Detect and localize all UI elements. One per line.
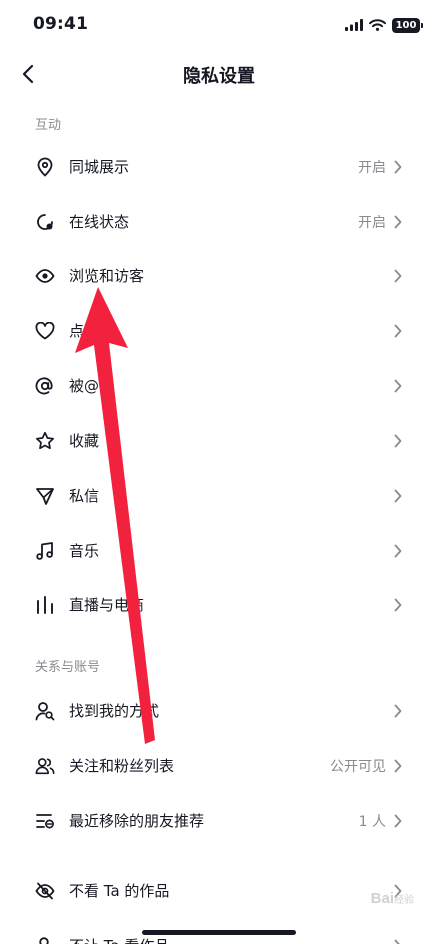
home-indicator — [142, 930, 296, 935]
setting-row-favorites[interactable]: 收藏 — [0, 414, 438, 468]
row-value: 1 人 — [358, 814, 386, 830]
chevron-right-icon — [394, 758, 404, 774]
row-value: 开启 — [358, 160, 386, 176]
bar-chart-icon — [35, 595, 55, 615]
setting-row-browse-visitors[interactable]: 浏览和访客 — [0, 249, 438, 303]
row-value: 开启 — [358, 215, 386, 231]
chevron-right-icon — [394, 703, 404, 719]
row-label: 同城展示 — [69, 158, 130, 176]
row-label: 收藏 — [69, 432, 100, 450]
setting-row-likes[interactable]: 点 — [0, 304, 438, 358]
section-title-interaction: 互动 — [35, 118, 62, 133]
setting-row-music[interactable]: 音乐 — [0, 524, 438, 578]
chevron-right-icon — [394, 813, 404, 829]
find-user-icon — [35, 701, 55, 721]
row-label: 点 — [69, 322, 85, 340]
online-status-icon — [35, 212, 55, 232]
heart-icon — [35, 321, 55, 341]
status-time: 09:41 — [33, 14, 89, 34]
watermark-brand: Bai — [370, 890, 394, 907]
signal-icon — [345, 19, 363, 31]
chevron-right-icon — [394, 938, 404, 944]
chevron-right-icon — [394, 159, 404, 175]
eye-off-icon — [35, 881, 55, 901]
setting-row-find-me[interactable]: 找到我的方式 — [0, 684, 438, 738]
row-label: 私信 — [69, 487, 100, 505]
row-label: 不看 Ta 的作品 — [69, 882, 170, 900]
status-bar: 09:41 100 — [0, 0, 438, 50]
row-label: 浏览和访客 — [69, 267, 145, 285]
users-icon — [35, 756, 55, 776]
at-icon — [35, 376, 55, 396]
chevron-right-icon — [394, 378, 404, 394]
setting-row-live-commerce[interactable]: 直播与电商 — [0, 578, 438, 632]
chevron-right-icon — [394, 323, 404, 339]
watermark-suffix: 经验 — [394, 895, 414, 906]
star-icon — [35, 431, 55, 451]
page-title: 隐私设置 — [183, 66, 255, 87]
chevron-right-icon — [394, 214, 404, 230]
chevron-right-icon — [394, 433, 404, 449]
row-label: 直播与电商 — [69, 596, 145, 614]
location-pin-icon — [35, 157, 55, 177]
battery-icon: 100 — [392, 17, 423, 33]
row-label: 在线状态 — [69, 213, 130, 231]
chevron-right-icon — [394, 268, 404, 284]
setting-row-messages[interactable]: 私信 — [0, 469, 438, 523]
chevron-right-icon — [394, 543, 404, 559]
row-label: 音乐 — [69, 542, 100, 560]
nav-bar: 隐私设置 — [0, 50, 438, 98]
chevron-right-icon — [394, 488, 404, 504]
row-label: 找到我的方式 — [69, 702, 160, 720]
music-note-icon — [35, 541, 55, 561]
settings-screen: 09:41 100 隐私设置 互动 同城展示 开启 在线状态 开启 浏览和访客 … — [0, 0, 438, 944]
setting-row-follow-fans-list[interactable]: 关注和粉丝列表 公开可见 — [0, 739, 438, 793]
list-remove-icon — [35, 811, 55, 831]
status-icons: 100 — [345, 15, 423, 35]
setting-row-removed-friend-suggestions[interactable]: 最近移除的朋友推荐 1 人 — [0, 794, 438, 848]
row-label: 被@ — [69, 377, 100, 395]
row-label: 关注和粉丝列表 — [69, 757, 175, 775]
setting-row-online-status[interactable]: 在线状态 开启 — [0, 195, 438, 249]
watermark-logo: Bai经验 — [371, 890, 414, 907]
chevron-right-icon — [394, 597, 404, 613]
send-icon — [35, 486, 55, 506]
setting-row-mentions[interactable]: 被@ — [0, 359, 438, 413]
row-value: 公开可见 — [330, 759, 386, 775]
wifi-icon — [369, 19, 386, 31]
row-label: 最近移除的朋友推荐 — [69, 812, 205, 830]
eye-icon — [35, 266, 55, 286]
section-title-relations: 关系与账号 — [35, 660, 101, 675]
block-user-icon — [35, 936, 55, 944]
row-label: 不让 Ta 看作品 — [69, 935, 169, 944]
setting-row-local-display[interactable]: 同城展示 开启 — [0, 140, 438, 194]
